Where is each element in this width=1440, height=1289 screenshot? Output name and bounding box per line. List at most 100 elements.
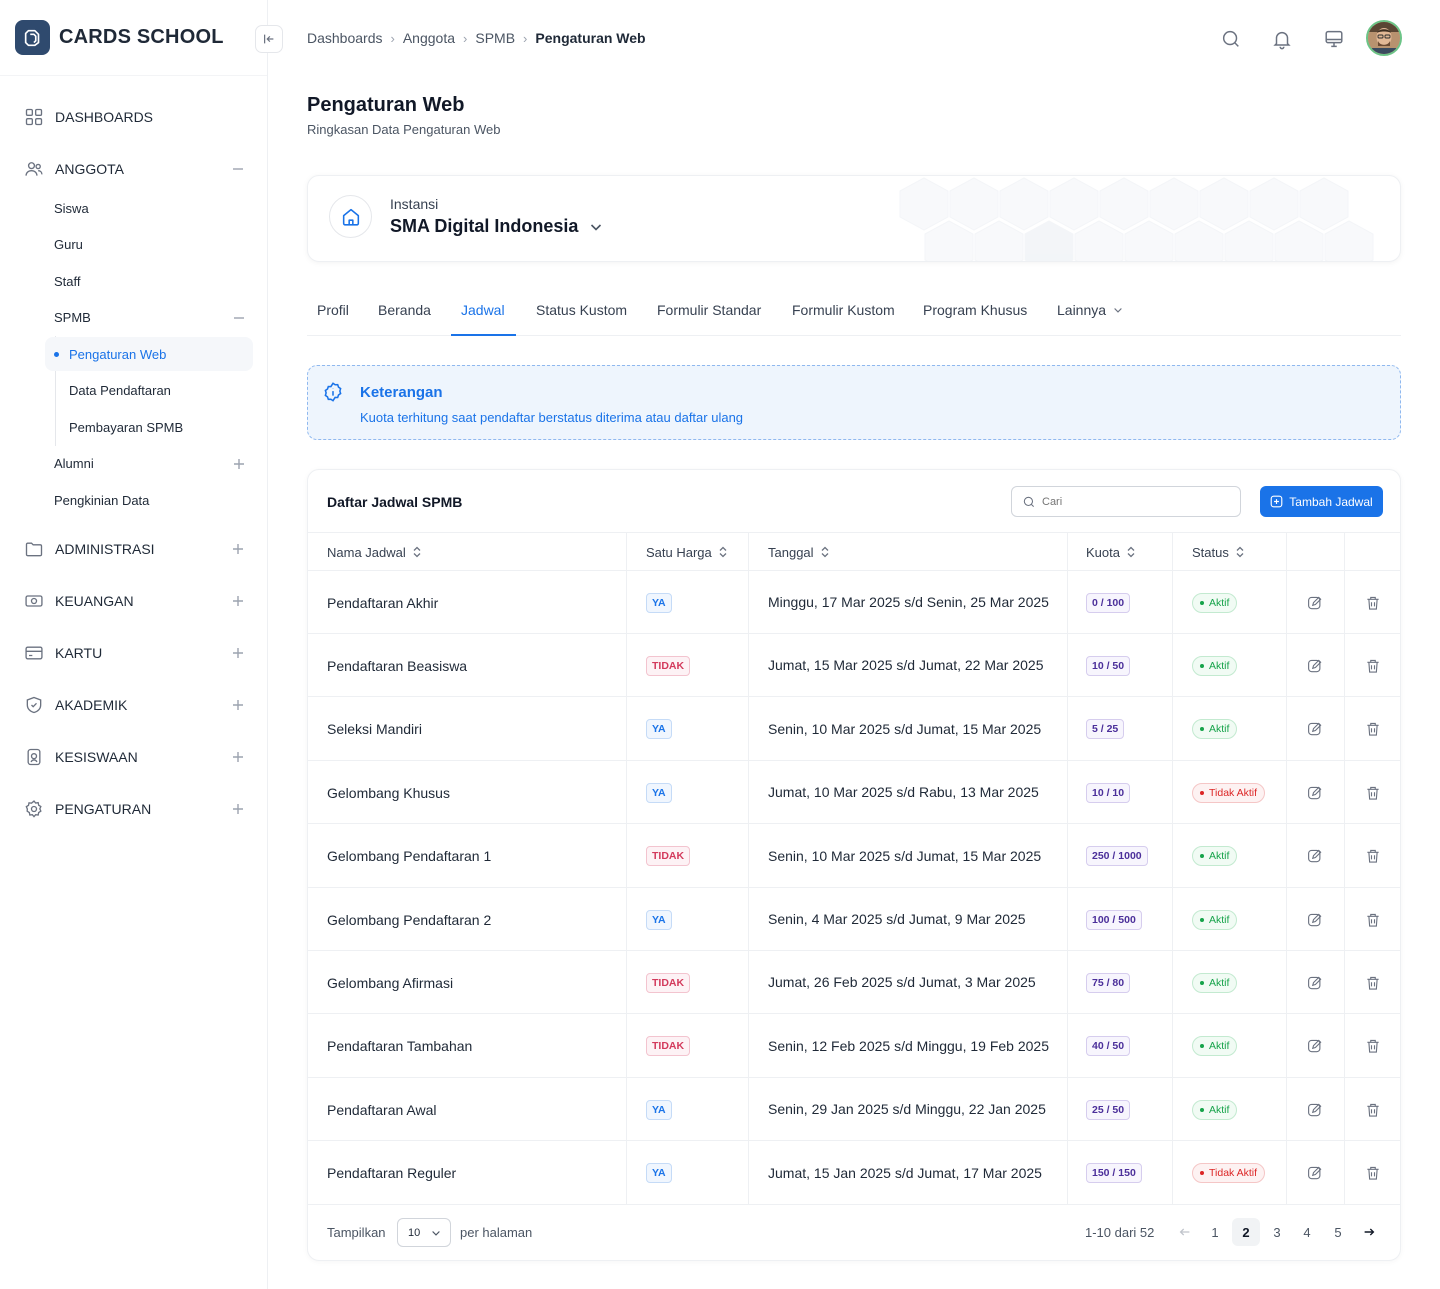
column-header-tanggal[interactable]: Tanggal xyxy=(768,533,830,571)
brand[interactable]: CARDS SCHOOL xyxy=(15,20,224,55)
bell-icon[interactable] xyxy=(1271,28,1293,50)
column-header-name[interactable]: Nama Jadwal xyxy=(327,533,422,571)
sidebar-item-guru[interactable]: Guru xyxy=(54,237,83,252)
chevron-right-icon: › xyxy=(390,30,395,46)
delete-button[interactable] xyxy=(1364,1078,1382,1141)
plus-icon[interactable] xyxy=(230,697,246,713)
page-button[interactable]: 1 xyxy=(1201,1218,1229,1246)
prev-page-button[interactable] xyxy=(1171,1218,1199,1246)
breadcrumb-item[interactable]: Dashboards xyxy=(307,30,383,46)
plus-icon[interactable] xyxy=(231,456,247,472)
edit-button[interactable] xyxy=(1306,634,1324,697)
minus-icon[interactable] xyxy=(230,161,246,177)
delete-button[interactable] xyxy=(1364,698,1382,761)
per-page-select[interactable]: 10 xyxy=(397,1218,451,1247)
edit-button[interactable] xyxy=(1306,571,1324,634)
tab-program-khusus[interactable]: Program Khusus xyxy=(923,302,1027,318)
sidebar-item-staff[interactable]: Staff xyxy=(54,274,81,289)
delete-button[interactable] xyxy=(1364,571,1382,634)
nav-keuangan[interactable]: KEUANGAN xyxy=(24,591,246,611)
sidebar-item-siswa[interactable]: Siswa xyxy=(54,201,89,216)
table-row: Pendaftaran Reguler YA Jumat, 15 Jan 2025 … xyxy=(308,1142,1400,1205)
cell-kuota: 25 / 50 xyxy=(1086,1078,1131,1141)
page-title: Pengaturan Web xyxy=(307,94,465,116)
column-header-satu-harga[interactable]: Satu Harga xyxy=(646,533,728,571)
plus-icon[interactable] xyxy=(230,749,246,765)
money-icon xyxy=(25,595,43,607)
table-row: Pendaftaran Beasiswa TIDAK Jumat, 15 Mar 2… xyxy=(308,634,1400,698)
nav-dashboards[interactable]: DASHBOARDS xyxy=(24,107,246,127)
delete-button[interactable] xyxy=(1364,951,1382,1014)
delete-button[interactable] xyxy=(1364,634,1382,697)
kuota-badge: 150 / 150 xyxy=(1086,1163,1142,1184)
plus-icon[interactable] xyxy=(230,645,246,661)
tab-status-kustom[interactable]: Status Kustom xyxy=(536,302,627,318)
sort-icon xyxy=(719,546,727,558)
delete-button[interactable] xyxy=(1364,825,1382,888)
delete-button[interactable] xyxy=(1364,1142,1382,1205)
collapse-sidebar-button[interactable] xyxy=(255,25,283,53)
instansi-select[interactable]: SMA Digital Indonesia xyxy=(390,216,604,237)
search-field[interactable] xyxy=(1011,486,1241,517)
edit-button[interactable] xyxy=(1306,825,1324,888)
nav-kartu[interactable]: KARTU xyxy=(24,643,246,663)
tab-formulir-kustom[interactable]: Formulir Kustom xyxy=(792,302,895,318)
add-jadwal-button[interactable]: Tambah Jadwal xyxy=(1260,486,1383,517)
status-dot-icon xyxy=(1200,1107,1204,1112)
nav-label: ADMINISTRASI xyxy=(55,541,155,557)
column-divider xyxy=(1344,532,1345,1205)
plus-icon[interactable] xyxy=(230,541,246,557)
sidebar-item-pembayaran-spmb[interactable]: Pembayaran SPMB xyxy=(69,420,183,435)
cell-tanggal: Senin, 10 Mar 2025 s/d Jumat, 15 Mar 202… xyxy=(768,847,1042,864)
status-dot-icon xyxy=(1200,1171,1204,1176)
delete-button[interactable] xyxy=(1364,888,1382,951)
edit-button[interactable] xyxy=(1306,761,1324,824)
breadcrumb-item[interactable]: SPMB xyxy=(475,30,515,46)
page-button[interactable]: 5 xyxy=(1324,1218,1352,1246)
nav-administrasi[interactable]: ADMINISTRASI xyxy=(24,539,246,559)
page-button[interactable]: 3 xyxy=(1263,1218,1291,1246)
tab-beranda[interactable]: Beranda xyxy=(378,302,431,318)
status-dot-icon xyxy=(1200,980,1204,985)
minus-icon[interactable] xyxy=(231,310,247,326)
edit-button[interactable] xyxy=(1306,698,1324,761)
edit-button[interactable] xyxy=(1306,1078,1324,1141)
plus-icon[interactable] xyxy=(230,801,246,817)
status-badge: Aktif xyxy=(1192,972,1238,993)
search-input[interactable] xyxy=(1042,495,1222,508)
sidebar-item-alumni[interactable]: Alumni xyxy=(54,456,247,471)
nav-pengaturan[interactable]: PENGATURAN xyxy=(24,799,246,819)
next-page-button[interactable] xyxy=(1355,1218,1383,1246)
edit-button[interactable] xyxy=(1306,951,1324,1014)
edit-button[interactable] xyxy=(1306,1142,1324,1205)
sidebar-item-pengaturan-web[interactable]: Pengaturan Web xyxy=(69,347,166,362)
sidebar-item-data-pendaftaran[interactable]: Data Pendaftaran xyxy=(69,383,171,398)
monitor-icon[interactable] xyxy=(1323,28,1345,50)
breadcrumb-item[interactable]: Anggota xyxy=(403,30,455,46)
delete-button[interactable] xyxy=(1364,1015,1382,1078)
page-button[interactable]: 4 xyxy=(1293,1218,1321,1246)
trash-icon xyxy=(1367,849,1379,863)
cell-tanggal: Senin, 4 Mar 2025 s/d Jumat, 9 Mar 2025 xyxy=(768,911,1026,927)
column-header-kuota[interactable]: Kuota xyxy=(1086,533,1136,571)
status-badge: Aktif xyxy=(1192,1099,1238,1120)
plus-icon[interactable] xyxy=(230,593,246,609)
delete-button[interactable] xyxy=(1364,761,1382,824)
nav-kesiswaan[interactable]: KESISWAAN xyxy=(24,747,246,767)
sidebar-item-spmb[interactable]: SPMB xyxy=(54,310,247,325)
edit-button[interactable] xyxy=(1306,888,1324,951)
search-icon[interactable] xyxy=(1220,28,1242,50)
avatar[interactable] xyxy=(1366,20,1402,56)
tab-formulir-standar[interactable]: Formulir Standar xyxy=(657,302,761,318)
brand-name: CARDS SCHOOL xyxy=(59,26,224,48)
nav-akademik[interactable]: AKADEMIK xyxy=(24,695,246,715)
page-button-current[interactable]: 2 xyxy=(1232,1218,1260,1246)
tab-jadwal[interactable]: Jadwal xyxy=(461,302,505,318)
tab-profil[interactable]: Profil xyxy=(317,302,349,318)
tab-lainnya[interactable]: Lainnya xyxy=(1057,302,1124,318)
cell-name: Seleksi Mandiri xyxy=(327,721,422,738)
sidebar-item-pengkinian-data[interactable]: Pengkinian Data xyxy=(54,493,149,508)
column-header-status[interactable]: Status xyxy=(1192,533,1245,571)
edit-button[interactable] xyxy=(1306,1015,1324,1078)
nav-anggota[interactable]: ANGGOTA xyxy=(24,159,246,179)
